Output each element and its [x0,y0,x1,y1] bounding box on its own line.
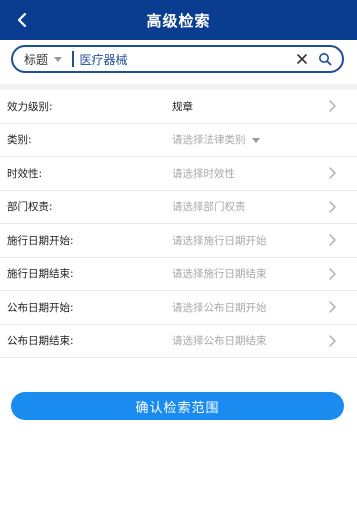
search-area: 标题 [0,40,357,84]
confirm-search-scope-button[interactable]: 确认检索范围 [11,392,344,420]
filter-row-effective-start[interactable]: 施行日期开始: 请选择施行日期开始 [0,224,357,258]
filter-value: 规章 [172,100,193,113]
search-box: 标题 [11,45,344,73]
filter-label: 部门权责: [7,201,53,214]
filter-value: 请选择法律类别 [172,134,246,147]
search-button[interactable] [314,48,336,70]
filter-row-department[interactable]: 部门权责: 请选择部门权责 [0,190,357,224]
filter-label: 施行日期开始: [7,234,74,247]
chevron-right-icon [329,268,336,280]
chevron-right-icon [329,234,336,246]
filter-label: 施行日期结束: [7,268,74,281]
filter-label: 类别: [7,134,32,147]
chevron-right-icon [329,100,336,112]
chevron-right-icon [329,301,336,313]
chevron-right-icon [329,335,336,347]
search-field-dropdown[interactable]: 标题 [13,47,63,71]
page-title: 高级检索 [146,11,211,30]
caret-down-icon [251,137,260,143]
chevron-right-icon [329,201,336,213]
filter-value: 请选择施行日期开始 [172,234,267,247]
filter-value-wrap: 请选择法律类别 [172,132,260,147]
filter-label: 时效性: [7,167,43,180]
search-field-label: 标题 [24,52,49,67]
filter-label: 公布日期开始: [7,301,74,314]
filter-value: 请选择施行日期结束 [172,268,267,281]
caret-down-icon [54,56,63,62]
back-button[interactable] [8,6,36,34]
filter-row-effect-level[interactable]: 效力级别: 规章 [0,90,357,124]
filter-value: 请选择公布日期结束 [172,335,267,348]
filter-value: 请选择时效性 [172,167,235,180]
chevron-right-icon [329,167,336,179]
filter-label: 效力级别: [7,100,53,113]
filter-value: 请选择公布日期开始 [172,301,267,314]
chevron-left-icon [17,12,27,28]
header-bar: 高级检索 [0,0,357,40]
filter-row-validity[interactable]: 时效性: 请选择时效性 [0,157,357,191]
filter-label: 公布日期结束: [7,335,74,348]
filter-row-effective-end[interactable]: 施行日期结束: 请选择施行日期结束 [0,257,357,291]
filter-value: 请选择部门权责 [172,201,246,214]
filter-list: 效力级别: 规章 类别: 请选择法律类别 时效性: 请选择时效性 部门权责: 请… [0,90,357,358]
clear-search-button[interactable] [292,49,312,69]
filter-row-category[interactable]: 类别: 请选择法律类别 [0,123,357,157]
search-icon [319,53,332,66]
close-icon [297,54,307,64]
search-input[interactable] [73,48,292,70]
filter-row-publish-start[interactable]: 公布日期开始: 请选择公布日期开始 [0,291,357,325]
filter-row-publish-end[interactable]: 公布日期结束: 请选择公布日期结束 [0,324,357,358]
